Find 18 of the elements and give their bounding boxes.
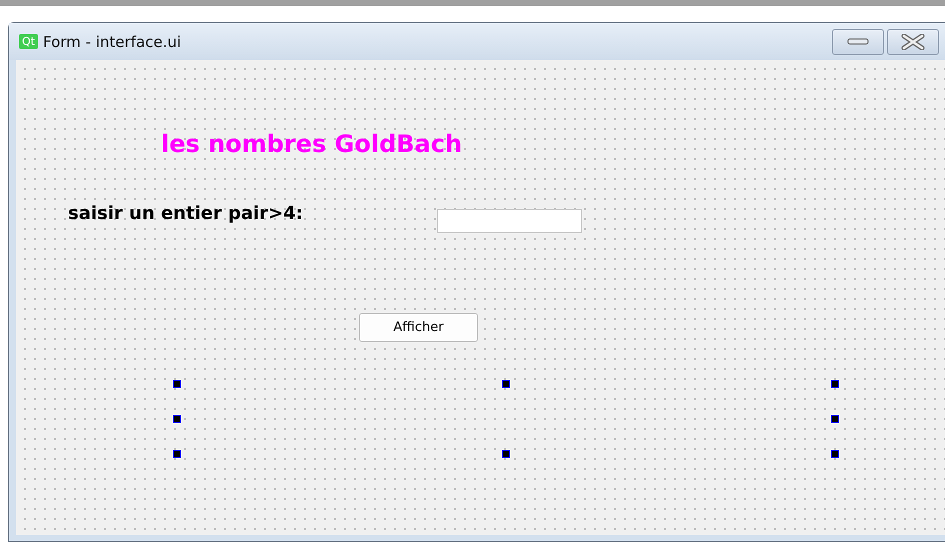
minimize-button[interactable] — [832, 29, 884, 55]
selection-handle[interactable] — [502, 450, 510, 458]
selection-handle[interactable] — [502, 380, 510, 388]
qt-logo: Qt — [19, 34, 38, 49]
window-title: Form - interface.ui — [42, 32, 182, 50]
input-field[interactable] — [437, 209, 582, 233]
selection-handle[interactable] — [831, 380, 839, 388]
show-button[interactable]: Afficher — [359, 313, 478, 342]
selection-handle[interactable] — [831, 450, 839, 458]
selection-handle[interactable] — [831, 415, 839, 423]
selection-handle[interactable] — [173, 450, 181, 458]
minimize-icon — [847, 38, 869, 46]
selection-handle[interactable] — [173, 380, 181, 388]
selection-handle[interactable] — [173, 415, 181, 423]
close-icon — [901, 34, 925, 50]
close-button[interactable] — [887, 29, 939, 55]
form-heading: les nombres GoldBach — [161, 130, 462, 158]
prompt-label: saisir un entier pair>4: — [68, 203, 303, 224]
